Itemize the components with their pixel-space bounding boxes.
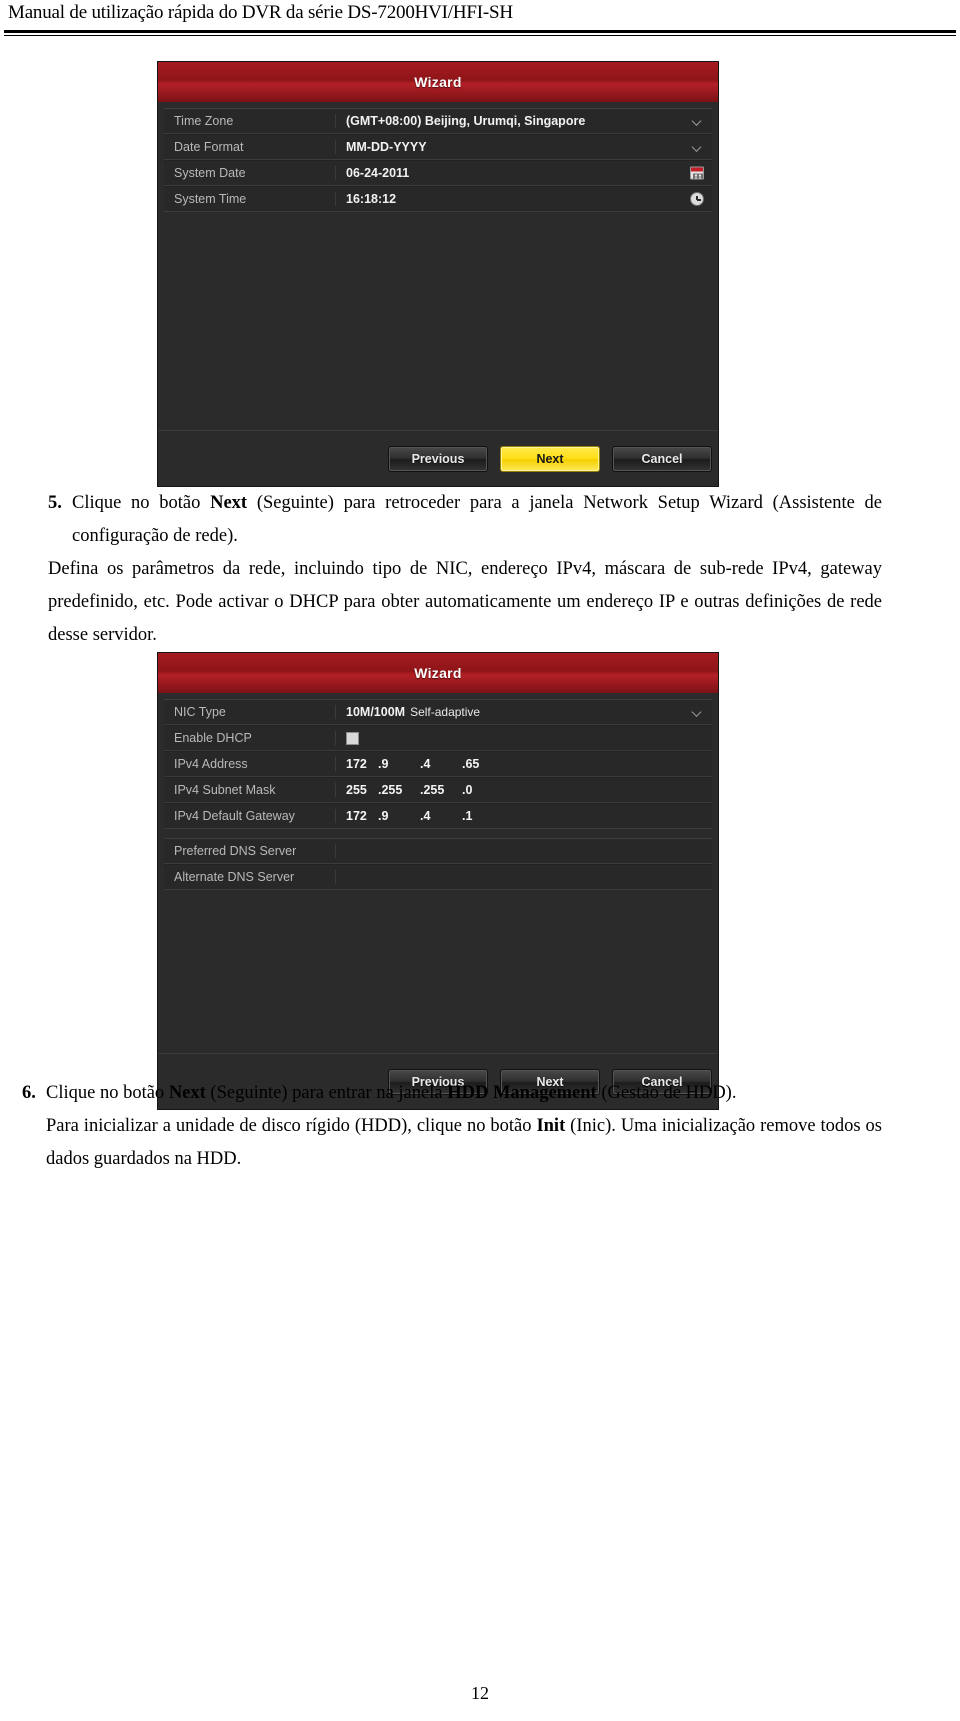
field-row-enable-dhcp[interactable]: Enable DHCP [164,725,712,751]
value-nic-type[interactable]: 10M/100M Self-adaptive [336,705,712,719]
field-row-ipv4-default-gateway[interactable]: IPv4 Default Gateway 172 .9 .4 .1 [164,803,712,829]
step5-text-line2: Defina os parâmetros da rede, incluindo … [48,559,882,645]
value-enable-dhcp[interactable] [336,731,712,745]
network-field-group-dns: Preferred DNS Server Alternate DNS Serve… [164,838,712,890]
wizard-body-network: NIC Type 10M/100M Self-adaptive Enable D… [158,693,718,1053]
label-preferred-dns-server: Preferred DNS Server [164,844,336,858]
step6-text-next: Next [168,1083,206,1103]
field-row-alternate-dns[interactable]: Alternate DNS Server [164,864,712,890]
wizard-footer-time: Previous Next Cancel [158,430,718,486]
label-system-time: System Time [164,192,336,206]
value-date-format[interactable]: MM-DD-YYYY [336,140,712,154]
ipv4-address-octet-2[interactable]: .9 [378,757,420,771]
wizard-body-time: Time Zone (GMT+08:00) Beijing, Urumqi, S… [158,102,718,430]
ipv4-address-octet-4[interactable]: .65 [462,757,504,771]
header-title: Manual de utilização rápida do DVR da sé… [8,2,513,23]
enable-dhcp-checkbox[interactable] [346,731,359,745]
ipv4-address-octet-1[interactable]: 172 [346,757,378,771]
label-enable-dhcp: Enable DHCP [164,731,336,745]
label-date-format: Date Format [164,140,336,154]
ipv4-gateway-octet-3[interactable]: .4 [420,809,462,823]
step6-text-c: (Seguinte) para entrar na janela [205,1083,448,1103]
ipv4-subnet-octet-1[interactable]: 255 [346,783,378,797]
header-rule-thin [4,35,956,36]
value-time-zone[interactable]: (GMT+08:00) Beijing, Urumqi, Singapore [336,114,712,128]
step6-line2-a: Para inicializar a unidade de disco rígi… [46,1116,537,1136]
field-row-system-time[interactable]: System Time 16:18:12 [164,186,712,212]
value-system-time[interactable]: 16:18:12 [336,192,712,206]
wizard-empty-area-time [164,212,712,430]
value-ipv4-address[interactable]: 172 .9 .4 .65 [336,757,712,771]
label-alternate-dns-server: Alternate DNS Server [164,870,336,884]
step6-text-init: Init [536,1116,566,1136]
step-5-paragraph-1: Clique no botão Next (Seguinte) para ret… [72,487,882,553]
header-rule-thick [4,30,956,33]
ipv4-gateway-octet-2[interactable]: .9 [378,809,420,823]
field-row-nic-type[interactable]: NIC Type 10M/100M Self-adaptive [164,699,712,725]
step-5-number: 5. [48,493,62,513]
label-system-date: System Date [164,166,336,180]
field-row-system-date[interactable]: System Date 06-24-2011 [164,160,712,186]
system-time-text: 16:18:12 [346,192,397,206]
step-6-paragraph-2: Para inicializar a unidade de disco rígi… [46,1110,882,1176]
previous-button[interactable]: Previous [388,445,488,472]
nic-type-subtext: Self-adaptive [410,705,481,719]
value-ipv4-subnet-mask[interactable]: 255 .255 .255 .0 [336,783,712,797]
step-6-number: 6. [22,1083,36,1103]
ipv4-subnet-mask-octets[interactable]: 255 .255 .255 .0 [346,783,504,797]
chevron-down-icon[interactable] [693,708,702,717]
network-field-group-primary: NIC Type 10M/100M Self-adaptive Enable D… [164,699,712,829]
date-format-text: MM-DD-YYYY [346,140,427,154]
next-button[interactable]: Next [500,445,600,472]
wizard-dialog-time: Wizard Time Zone (GMT+08:00) Beijing, Ur… [157,61,719,487]
step5-text-next: Next [210,493,248,513]
page-number: 12 [471,1683,489,1703]
field-row-preferred-dns[interactable]: Preferred DNS Server [164,838,712,864]
value-ipv4-default-gateway[interactable]: 172 .9 .4 .1 [336,809,712,823]
ipv4-subnet-octet-2[interactable]: .255 [378,783,420,797]
step6-text-a: Clique no botão [46,1083,169,1103]
chevron-down-icon[interactable] [693,117,702,126]
step5-text-a: Clique no botão [72,493,211,513]
ipv4-subnet-octet-3[interactable]: .255 [420,783,462,797]
value-system-date[interactable]: 06-24-2011 [336,166,712,180]
field-row-ipv4-address[interactable]: IPv4 Address 172 .9 .4 .65 [164,751,712,777]
field-row-date-format[interactable]: Date Format MM-DD-YYYY [164,134,712,160]
clock-icon[interactable] [690,192,704,206]
wizard-empty-area-network [164,890,712,1053]
ipv4-address-octets[interactable]: 172 .9 .4 .65 [346,757,504,771]
cancel-button[interactable]: Cancel [612,445,712,472]
step-5-paragraph-2: Defina os parâmetros da rede, incluindo … [48,553,882,652]
time-zone-text: (GMT+08:00) Beijing, Urumqi, Singapore [346,114,586,128]
nic-type-text: 10M/100M [346,705,406,719]
step6-text-hdd-management: HDD Management [447,1083,597,1103]
network-field-group-divider [164,829,712,838]
ipv4-subnet-octet-4[interactable]: .0 [462,783,504,797]
label-ipv4-subnet-mask: IPv4 Subnet Mask [164,783,336,797]
wizard-title-bar: Wizard [158,653,718,693]
step6-text-e: (Gestão de HDD). [596,1083,737,1103]
chevron-down-icon[interactable] [693,143,702,152]
wizard-dialog-network: Wizard NIC Type 10M/100M Self-adaptive E… [157,652,719,1110]
label-ipv4-address: IPv4 Address [164,757,336,771]
calendar-icon[interactable] [690,166,704,180]
field-row-ipv4-subnet-mask[interactable]: IPv4 Subnet Mask 255 .255 .255 .0 [164,777,712,803]
ipv4-address-octet-3[interactable]: .4 [420,757,462,771]
wizard-title-bar: Wizard [158,62,718,102]
ipv4-gateway-octet-4[interactable]: .1 [462,809,504,823]
label-time-zone: Time Zone [164,114,336,128]
time-settings-field-group: Time Zone (GMT+08:00) Beijing, Urumqi, S… [164,108,712,212]
ipv4-gateway-octets[interactable]: 172 .9 .4 .1 [346,809,504,823]
ipv4-gateway-octet-1[interactable]: 172 [346,809,378,823]
label-nic-type: NIC Type [164,705,336,719]
label-ipv4-default-gateway: IPv4 Default Gateway [164,809,336,823]
step-6-paragraph-1: Clique no botão Next (Seguinte) para ent… [46,1077,882,1110]
system-date-text: 06-24-2011 [346,166,410,180]
field-row-time-zone[interactable]: Time Zone (GMT+08:00) Beijing, Urumqi, S… [164,108,712,134]
